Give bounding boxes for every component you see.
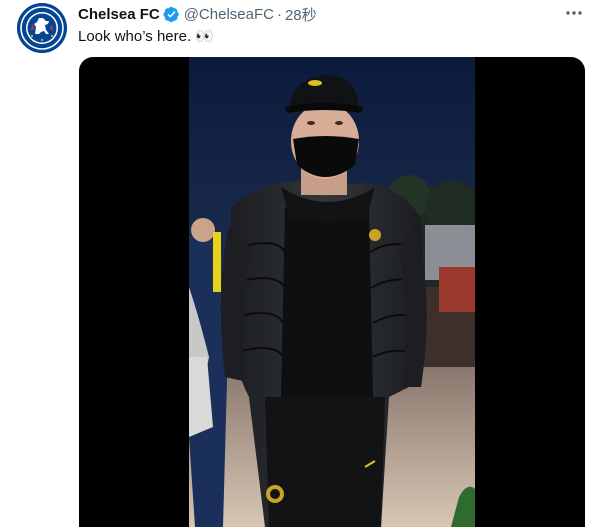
chelsea-crest-logo [17,3,67,53]
video-frame [189,57,475,527]
more-horizontal-icon[interactable] [565,6,583,20]
display-name[interactable]: Chelsea FC [78,6,160,23]
tweet-header: Chelsea FC @ChelseaFC · 28秒 [78,4,317,24]
tweet-video[interactable] [79,57,585,527]
avatar[interactable] [17,3,67,53]
video-frame-image [189,57,475,527]
separator-dot: · [276,5,282,23]
verified-badge-icon [163,6,179,22]
handle[interactable]: @ChelseaFC [184,6,274,23]
tweet: Chelsea FC @ChelseaFC · 28秒 Look who’s h… [0,0,605,527]
timestamp[interactable]: 28秒 [285,4,317,25]
tweet-text: Look who’s here. 👀 [78,28,214,45]
